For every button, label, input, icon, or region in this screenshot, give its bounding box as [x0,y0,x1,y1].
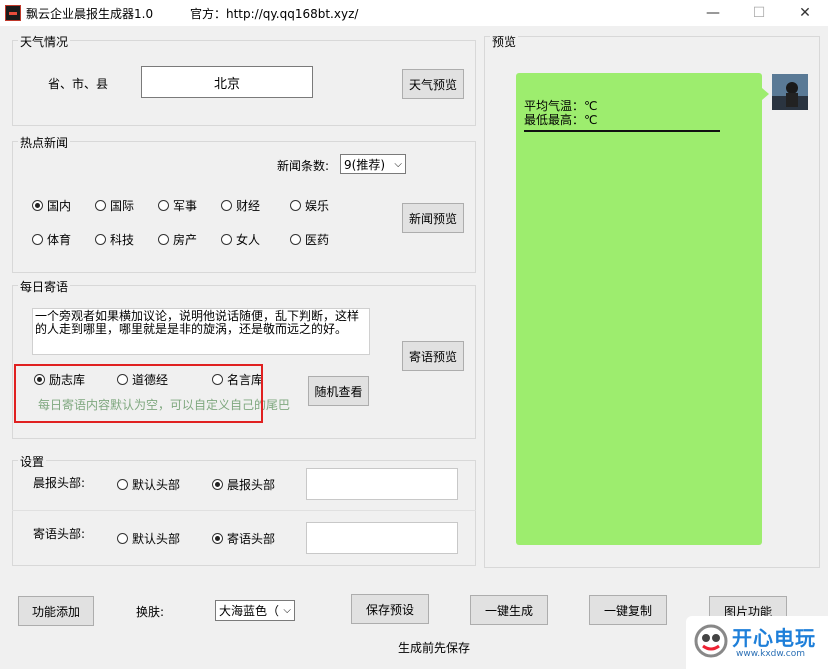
footer-note: 生成前先保存 [398,641,471,655]
radio-dot [32,234,43,245]
add-function-button[interactable]: 功能添加 [18,596,94,626]
chevron-down-icon: ⌵ [394,158,402,170]
radio-dot [117,479,128,490]
preview-group-label: 预览 [490,33,519,50]
quote-group-label: 每日寄语 [18,278,71,295]
official-site-text: 官方：http://qy.qq168bt.xyz/ [190,7,359,21]
highlight-box [14,364,263,423]
app-icon [5,5,21,21]
quote-header-label: 寄语头部: [33,527,86,541]
morning-default-radio[interactable]: 默认头部 [117,476,180,493]
radio-dot [95,234,106,245]
weather-group-label: 天气情况 [18,33,71,50]
chevron-down-icon: ⌵ [283,605,291,616]
news-category-radio[interactable]: 国际 [95,197,134,214]
skin-value: 大海蓝色（ [219,604,280,618]
radio-dot [158,234,169,245]
title-bar: 飘云企业晨报生成器1.0 官方：http://qy.qq168bt.xyz/ —… [0,0,828,26]
window-title: 飘云企业晨报生成器1.0 [26,7,154,21]
preview-separator [524,130,720,132]
radio-dot [32,200,43,211]
maximize-icon: ☐ [752,5,766,21]
copy-button[interactable]: 一键复制 [589,595,667,625]
quote-header-input[interactable] [306,522,458,554]
radio-label: 寄语头部 [227,532,276,546]
weather-preview-button[interactable]: 天气预览 [402,69,464,99]
news-category-radio[interactable]: 女人 [221,231,260,248]
close-button[interactable]: ✕ [782,0,828,26]
radio-label: 娱乐 [305,199,330,213]
radio-dot [221,234,232,245]
morning-custom-radio[interactable]: 晨报头部 [212,476,275,493]
avatar [772,74,808,110]
news-category-radio[interactable]: 军事 [158,197,197,214]
radio-label: 默认头部 [132,478,181,492]
divider [12,510,476,511]
news-category-radio[interactable]: 财经 [221,197,260,214]
quote-custom-radio[interactable]: 寄语头部 [212,530,275,547]
quote-default-radio[interactable]: 默认头部 [117,530,180,547]
news-category-radio[interactable]: 娱乐 [290,197,329,214]
random-view-button[interactable]: 随机查看 [308,376,369,406]
radio-label: 军事 [173,199,198,213]
news-count-select[interactable]: 9(推荐) ⌵ [340,154,406,174]
radio-label: 默认头部 [132,532,181,546]
radio-dot [117,533,128,544]
radio-label: 晨报头部 [227,478,276,492]
radio-dot [158,200,169,211]
region-label: 省、市、县 [48,77,109,91]
radio-dot [221,200,232,211]
news-category-radio[interactable]: 医药 [290,231,329,248]
bubble-tail [762,88,769,100]
radio-dot [290,200,301,211]
news-category-radio[interactable]: 体育 [32,231,71,248]
preview-bubble: 平均气温：℃ 最低最高：℃ [516,73,762,545]
radio-dot [212,479,223,490]
radio-label: 房产 [173,233,198,247]
region-input[interactable]: 北京 [141,66,313,98]
news-category-radio[interactable]: 房产 [158,231,197,248]
generate-button[interactable]: 一键生成 [470,595,548,625]
minimize-icon: — [706,5,720,21]
radio-label: 国际 [110,199,135,213]
avatar-image [772,74,808,110]
watermark-url: www.kxdw.com [736,649,805,659]
close-icon: ✕ [799,5,811,21]
news-category-radio[interactable]: 国内 [32,197,71,214]
preview-line-range: 最低最高：℃ [524,113,598,127]
radio-label: 国内 [47,199,72,213]
watermark: 开心电玩 www.kxdw.com [686,616,828,669]
quote-textarea[interactable]: 一个旁观者如果横加议论，说明他说话随便，乱下判断，这样的人走到哪里，哪里就是是非… [32,308,370,355]
radio-dot [95,200,106,211]
skin-label: 换肤: [136,605,165,619]
settings-group-label: 设置 [18,453,47,470]
watermark-text: 开心电玩 [732,626,816,650]
news-group-label: 热点新闻 [18,134,71,151]
news-count-value: 9(推荐) [344,157,385,172]
morning-header-input[interactable] [306,468,458,500]
news-count-label: 新闻条数: [277,159,330,173]
watermark-logo-icon [694,624,728,658]
save-preset-button[interactable]: 保存预设 [351,594,429,624]
radio-label: 科技 [110,233,135,247]
morning-header-label: 晨报头部: [33,476,86,490]
radio-dot [290,234,301,245]
news-category-radio[interactable]: 科技 [95,231,134,248]
radio-label: 女人 [236,233,261,247]
radio-label: 财经 [236,199,261,213]
radio-label: 医药 [305,233,330,247]
radio-dot [212,533,223,544]
quote-preview-button[interactable]: 寄语预览 [402,341,464,371]
maximize-button[interactable]: ☐ [736,0,782,26]
radio-label: 体育 [47,233,72,247]
news-preview-button[interactable]: 新闻预览 [402,203,464,233]
minimize-button[interactable]: — [690,0,736,26]
skin-select[interactable]: 大海蓝色（ ⌵ [215,600,295,621]
